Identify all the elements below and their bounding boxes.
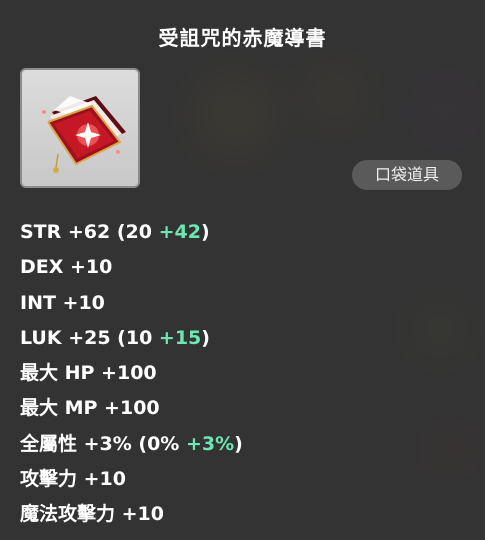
item-icon-frame bbox=[20, 68, 140, 188]
stat-max-hp: 最大 HP +100 bbox=[20, 362, 157, 385]
stat-dex: DEX +10 bbox=[20, 256, 113, 279]
stat-attack: 攻擊力 +10 bbox=[20, 468, 126, 491]
stat-max-mp: 最大 MP +100 bbox=[20, 397, 160, 420]
stat-int: INT +10 bbox=[20, 291, 105, 314]
category-badge: 口袋道具 bbox=[352, 160, 462, 190]
stat-luk: LUK +25 (10 +15) bbox=[20, 326, 210, 349]
stat-all-stats: 全屬性 +3% (0% +3%) bbox=[20, 432, 243, 455]
stat-bonus: +42 bbox=[158, 221, 201, 243]
cursed-red-grimoire-icon bbox=[42, 96, 126, 173]
stat-magic-attack: 魔法攻擊力 +10 bbox=[20, 503, 164, 526]
item-name: 受詛咒的赤魔導書 bbox=[158, 26, 327, 50]
stat-bonus: +15 bbox=[158, 326, 202, 349]
stat-str: STR +62 (20 +42) bbox=[20, 221, 210, 243]
stat-bonus: +3% bbox=[185, 432, 235, 455]
item-tooltip: 受詛咒的赤魔導書 口袋道具 STR +62 (20 +42) DEX +10 I… bbox=[0, 0, 485, 540]
stat-list: STR +62 (20 +42) DEX +10 INT +10 LUK +25… bbox=[20, 218, 243, 536]
